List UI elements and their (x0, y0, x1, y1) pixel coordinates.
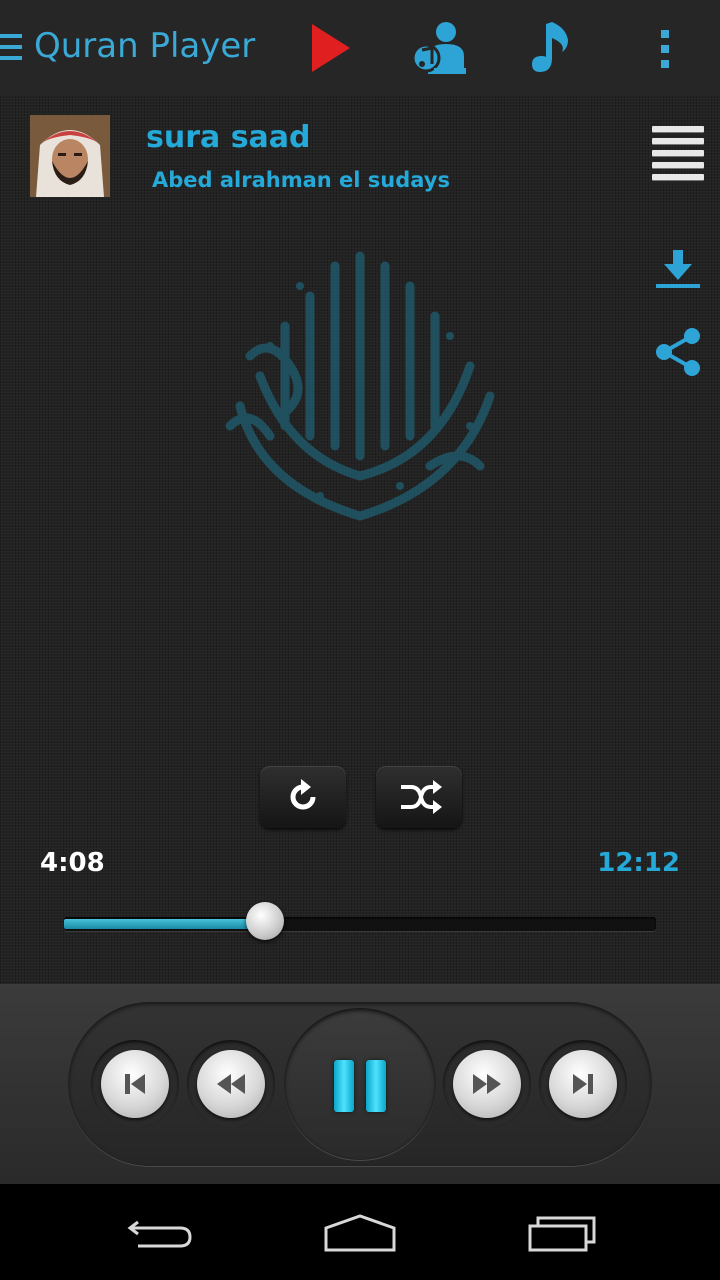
system-nav-bar (0, 1184, 720, 1280)
pause-icon-bar (366, 1060, 386, 1112)
rewind-icon (217, 1074, 245, 1094)
skip-previous-button[interactable] (91, 1040, 179, 1128)
app-title[interactable]: Quran Player (34, 26, 255, 66)
reciter-avatar[interactable] (30, 115, 110, 197)
home-icon[interactable] (322, 1212, 398, 1252)
reciter-name: Abed alrahman el sudays (152, 168, 450, 192)
bismillah-calligraphy (200, 226, 520, 546)
seek-thumb[interactable] (246, 902, 285, 940)
music-note-icon[interactable] (522, 18, 582, 78)
menu-icon[interactable] (0, 34, 22, 62)
rewind-button[interactable] (187, 1040, 275, 1128)
overflow-icon[interactable] (650, 18, 680, 78)
repeat-button[interactable] (260, 766, 346, 828)
skip-next-icon (573, 1074, 593, 1094)
reciter-icon[interactable] (408, 18, 468, 78)
playlist-icon[interactable] (652, 126, 704, 186)
skip-previous-icon (125, 1074, 145, 1094)
playback-controls (0, 984, 720, 1184)
seek-bar[interactable] (64, 917, 656, 931)
pause-icon (334, 1060, 354, 1112)
recents-icon[interactable] (526, 1212, 598, 1252)
play-icon[interactable] (302, 18, 362, 78)
fast-forward-button[interactable] (443, 1040, 531, 1128)
elapsed-time: 4:08 (40, 848, 105, 878)
total-duration: 12:12 (597, 848, 680, 878)
download-icon[interactable] (652, 246, 704, 298)
shuffle-icon (401, 780, 442, 814)
seek-progress (64, 919, 266, 929)
repeat-icon (290, 779, 316, 810)
share-icon[interactable] (652, 326, 704, 378)
action-bar: Quran Player (0, 0, 720, 96)
back-icon[interactable] (124, 1212, 196, 1252)
fast-forward-icon (473, 1074, 501, 1094)
player-content: sura saad Abed alrahman el sudays 4:08 1… (0, 96, 720, 984)
skip-next-button[interactable] (539, 1040, 627, 1128)
track-title: sura saad (146, 120, 311, 155)
shuffle-button[interactable] (376, 766, 462, 828)
pause-button[interactable] (284, 1008, 436, 1160)
